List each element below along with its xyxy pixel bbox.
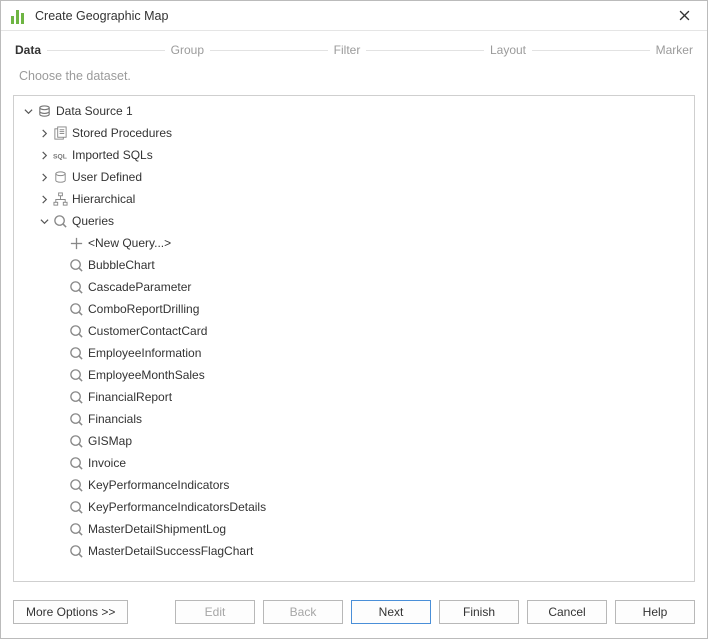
tree-node-query[interactable]: KeyPerformanceIndicatorsDetails bbox=[18, 496, 694, 518]
query-icon bbox=[68, 301, 84, 317]
back-button: Back bbox=[263, 600, 343, 624]
tree-node-query[interactable]: CascadeParameter bbox=[18, 276, 694, 298]
tree-node-query[interactable]: BubbleChart bbox=[18, 254, 694, 276]
window-title: Create Geographic Map bbox=[35, 9, 669, 23]
tree-node-query[interactable]: KeyPerformanceIndicators bbox=[18, 474, 694, 496]
chevron-right-icon[interactable] bbox=[38, 149, 50, 161]
tree-node-imported-sqls[interactable]: SQL Imported SQLs bbox=[18, 144, 694, 166]
close-icon bbox=[679, 10, 690, 21]
more-options-button[interactable]: More Options >> bbox=[13, 600, 128, 624]
tree-label: Imported SQLs bbox=[72, 148, 153, 162]
chevron-right-icon[interactable] bbox=[38, 127, 50, 139]
tree-node-query[interactable]: ComboReportDrilling bbox=[18, 298, 694, 320]
sql-icon: SQL bbox=[52, 147, 68, 163]
dialog-window: Create Geographic Map Data Group Filter … bbox=[0, 0, 708, 639]
tree-container: Data Source 1 Stored Procedures SQL bbox=[13, 95, 695, 582]
tree-label: FinancialReport bbox=[88, 390, 172, 404]
chevron-right-icon[interactable] bbox=[38, 171, 50, 183]
user-defined-icon bbox=[52, 169, 68, 185]
chevron-down-icon[interactable] bbox=[38, 215, 50, 227]
step-separator bbox=[532, 50, 650, 51]
svg-text:SQL: SQL bbox=[53, 153, 67, 160]
step-separator bbox=[210, 50, 328, 51]
app-icon bbox=[11, 8, 27, 24]
query-icon bbox=[68, 367, 84, 383]
query-icon bbox=[68, 411, 84, 427]
tree-label: EmployeeInformation bbox=[88, 346, 201, 360]
tree-label: Invoice bbox=[88, 456, 126, 470]
tree-label: ComboReportDrilling bbox=[88, 302, 199, 316]
chevron-right-icon[interactable] bbox=[38, 193, 50, 205]
query-icon bbox=[68, 499, 84, 515]
tree-node-hierarchical[interactable]: Hierarchical bbox=[18, 188, 694, 210]
tree-node-query[interactable]: GISMap bbox=[18, 430, 694, 452]
tree-label: BubbleChart bbox=[88, 258, 155, 272]
help-button[interactable]: Help bbox=[615, 600, 695, 624]
chevron-down-icon[interactable] bbox=[22, 105, 34, 117]
step-marker[interactable]: Marker bbox=[654, 41, 695, 59]
query-icon bbox=[52, 213, 68, 229]
tree-label: Hierarchical bbox=[72, 192, 135, 206]
button-bar: More Options >> Edit Back Next Finish Ca… bbox=[1, 590, 707, 638]
tree-node-query[interactable]: MasterDetailSuccessFlagChart bbox=[18, 540, 694, 562]
step-group[interactable]: Group bbox=[169, 41, 206, 59]
tree-label: Stored Procedures bbox=[72, 126, 172, 140]
hierarchy-icon bbox=[52, 191, 68, 207]
cancel-button[interactable]: Cancel bbox=[527, 600, 607, 624]
query-icon bbox=[68, 279, 84, 295]
plus-icon bbox=[68, 235, 84, 251]
step-data[interactable]: Data bbox=[13, 41, 43, 59]
query-icon bbox=[68, 433, 84, 449]
finish-button[interactable]: Finish bbox=[439, 600, 519, 624]
tree-node-stored-procedures[interactable]: Stored Procedures bbox=[18, 122, 694, 144]
tree-label: CustomerContactCard bbox=[88, 324, 207, 338]
tree-label: User Defined bbox=[72, 170, 142, 184]
tree-label: CascadeParameter bbox=[88, 280, 191, 294]
query-icon bbox=[68, 257, 84, 273]
step-separator bbox=[366, 50, 484, 51]
tree-node-user-defined[interactable]: User Defined bbox=[18, 166, 694, 188]
tree-label: KeyPerformanceIndicatorsDetails bbox=[88, 500, 266, 514]
tree-node-query[interactable]: Financials bbox=[18, 408, 694, 430]
query-icon bbox=[68, 477, 84, 493]
query-icon bbox=[68, 521, 84, 537]
close-button[interactable] bbox=[669, 1, 699, 30]
dataset-tree[interactable]: Data Source 1 Stored Procedures SQL bbox=[14, 96, 694, 581]
query-icon bbox=[68, 389, 84, 405]
tree-label: MasterDetailShipmentLog bbox=[88, 522, 226, 536]
wizard-steps: Data Group Filter Layout Marker bbox=[1, 31, 707, 63]
tree-node-queries[interactable]: Queries bbox=[18, 210, 694, 232]
step-layout[interactable]: Layout bbox=[488, 41, 528, 59]
step-filter[interactable]: Filter bbox=[332, 41, 363, 59]
tree-node-query[interactable]: MasterDetailShipmentLog bbox=[18, 518, 694, 540]
tree-node-root[interactable]: Data Source 1 bbox=[18, 100, 694, 122]
edit-button: Edit bbox=[175, 600, 255, 624]
tree-node-query[interactable]: EmployeeInformation bbox=[18, 342, 694, 364]
tree-label: GISMap bbox=[88, 434, 132, 448]
tree-node-new-query[interactable]: <New Query...> bbox=[18, 232, 694, 254]
tree-node-query[interactable]: Invoice bbox=[18, 452, 694, 474]
titlebar: Create Geographic Map bbox=[1, 1, 707, 31]
query-icon bbox=[68, 345, 84, 361]
tree-label: Data Source 1 bbox=[56, 104, 133, 118]
query-icon bbox=[68, 323, 84, 339]
tree-label: MasterDetailSuccessFlagChart bbox=[88, 544, 253, 558]
next-button[interactable]: Next bbox=[351, 600, 431, 624]
query-icon bbox=[68, 543, 84, 559]
tree-label: <New Query...> bbox=[88, 236, 171, 250]
tree-node-query[interactable]: FinancialReport bbox=[18, 386, 694, 408]
tree-node-query[interactable]: CustomerContactCard bbox=[18, 320, 694, 342]
tree-label: EmployeeMonthSales bbox=[88, 368, 205, 382]
stored-procedure-icon bbox=[52, 125, 68, 141]
tree-label: Queries bbox=[72, 214, 114, 228]
tree-label: Financials bbox=[88, 412, 142, 426]
query-icon bbox=[68, 455, 84, 471]
step-separator bbox=[47, 50, 165, 51]
datasource-icon bbox=[36, 103, 52, 119]
tree-label: KeyPerformanceIndicators bbox=[88, 478, 229, 492]
tree-node-query[interactable]: EmployeeMonthSales bbox=[18, 364, 694, 386]
step-subtitle: Choose the dataset. bbox=[1, 63, 707, 95]
